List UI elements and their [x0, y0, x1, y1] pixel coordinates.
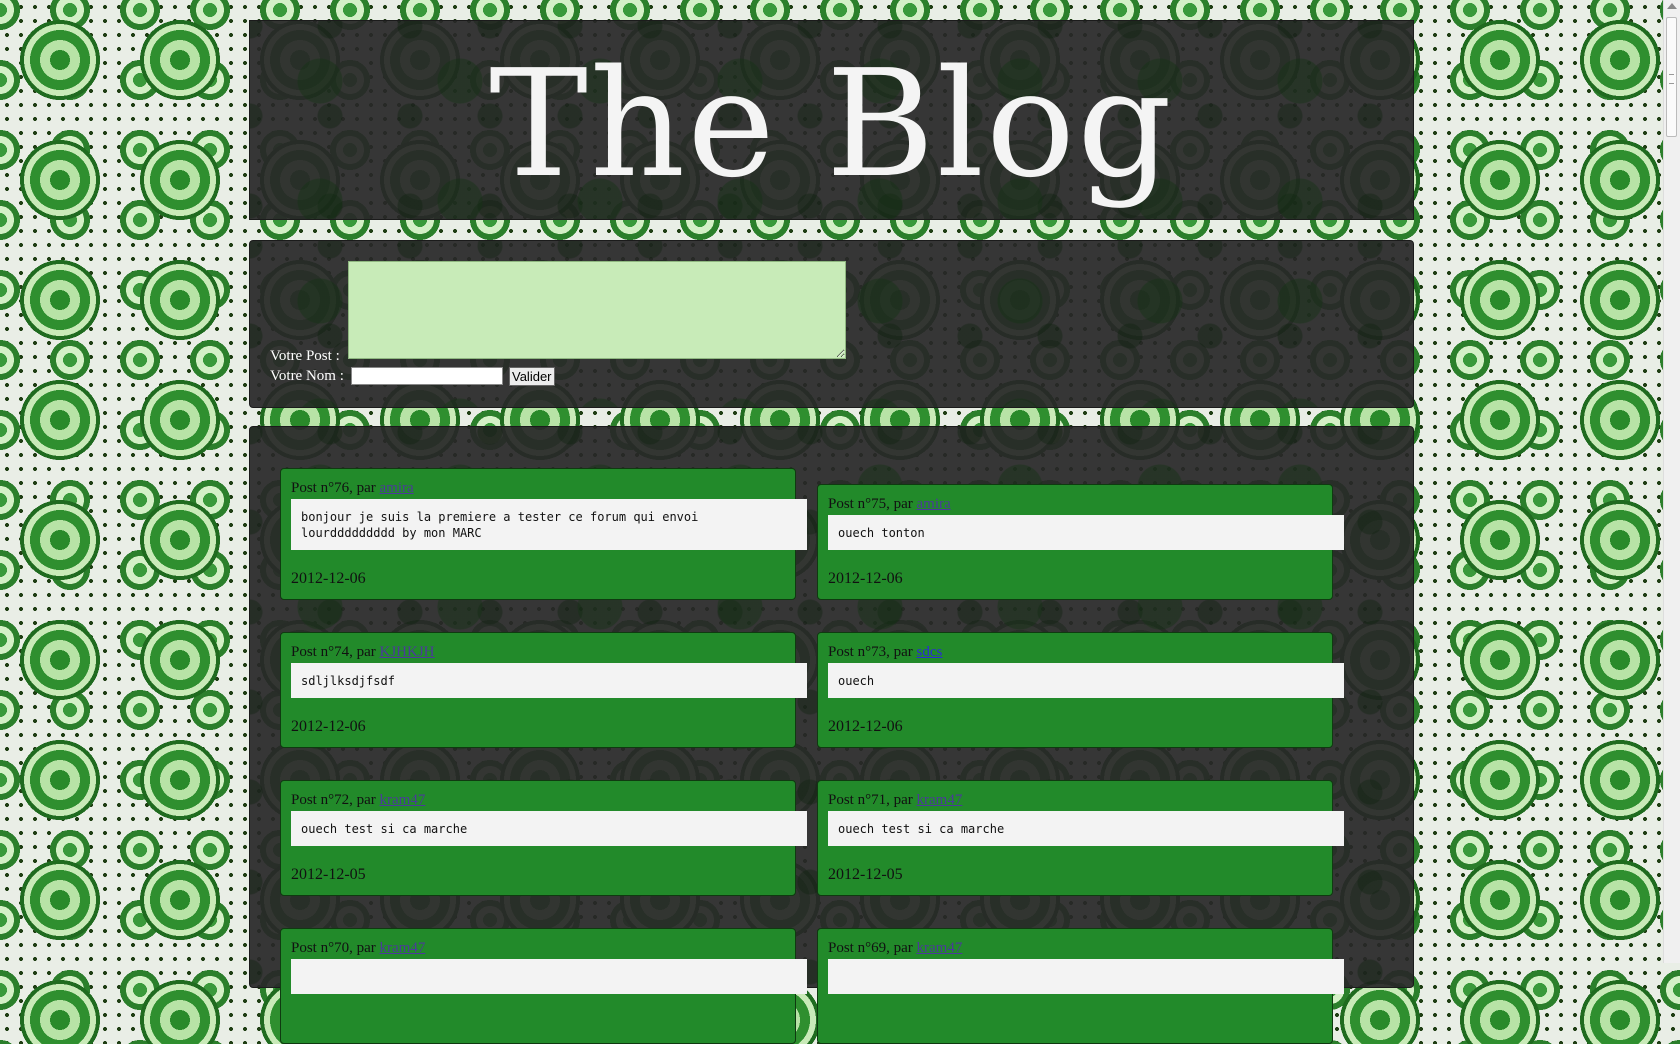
- post-body: ouech test si ca marche: [291, 811, 807, 846]
- post-card: Post n°74, par KJHKJH sdljlksdjfsdf 2012…: [280, 632, 807, 748]
- post-body: bonjour je suis la premiere a tester ce …: [291, 499, 807, 550]
- author-link[interactable]: KJHKJH: [380, 644, 435, 660]
- author-link[interactable]: kram47: [917, 792, 963, 808]
- author-link[interactable]: kram47: [380, 940, 426, 956]
- post-header: Post n°70, par kram47: [291, 940, 425, 957]
- post-body: ouech: [828, 663, 1344, 698]
- author-link[interactable]: amira: [917, 496, 951, 512]
- post-card: Post n°71, par kram47 ouech test si ca m…: [817, 780, 1344, 896]
- post-date: 2012-12-06: [291, 570, 366, 587]
- author-link[interactable]: amira: [380, 480, 414, 496]
- post-header: Post n°76, par amira: [291, 480, 414, 497]
- post-header: Post n°73, par sdcs: [828, 644, 942, 661]
- post-card: Post n°69, par kram47: [817, 928, 1344, 1044]
- post-number: Post n°75, par: [828, 496, 917, 512]
- posts-list: Post n°76, par amira bonjour je suis la …: [249, 426, 1414, 1044]
- post-header: Post n°75, par amira: [828, 496, 951, 513]
- grip-icon: [1669, 74, 1674, 84]
- post-date: 2012-12-06: [828, 570, 903, 587]
- post-textarea[interactable]: [348, 261, 846, 359]
- author-link[interactable]: kram47: [380, 792, 426, 808]
- post-number: Post n°72, par: [291, 792, 380, 808]
- post-number: Post n°71, par: [828, 792, 917, 808]
- post-date: 2012-12-05: [828, 866, 903, 883]
- name-label: Votre Nom :: [270, 368, 344, 384]
- post-number: Post n°70, par: [291, 940, 380, 956]
- post-date: 2012-12-05: [291, 866, 366, 883]
- post-form: Votre Post : Votre Nom : Valider: [249, 240, 1414, 408]
- vertical-scrollbar[interactable]: [1663, 0, 1680, 963]
- post-body: [291, 959, 807, 994]
- post-number: Post n°69, par: [828, 940, 917, 956]
- post-body: sdljlksdjfsdf: [291, 663, 807, 698]
- scroll-up-arrow-icon[interactable]: [1667, 3, 1677, 9]
- post-number: Post n°76, par: [291, 480, 380, 496]
- post-card: Post n°72, par kram47 ouech test si ca m…: [280, 780, 807, 896]
- post-card: Post n°75, par amira ouech tonton 2012-1…: [817, 484, 1344, 600]
- post-card: Post n°76, par amira bonjour je suis la …: [280, 468, 807, 600]
- author-link[interactable]: sdcs: [917, 644, 943, 660]
- blog-title: The Blog: [489, 38, 1174, 210]
- post-header: Post n°69, par kram47: [828, 940, 962, 957]
- post-header: Post n°74, par KJHKJH: [291, 644, 435, 661]
- post-number: Post n°74, par: [291, 644, 380, 660]
- blog-header: The Blog: [249, 20, 1414, 220]
- scroll-thumb[interactable]: [1666, 17, 1677, 137]
- post-card: Post n°73, par sdcs ouech 2012-12-06: [817, 632, 1344, 748]
- post-header: Post n°72, par kram47: [291, 792, 425, 809]
- author-link[interactable]: kram47: [917, 940, 963, 956]
- post-header: Post n°71, par kram47: [828, 792, 962, 809]
- post-body: ouech tonton: [828, 515, 1344, 550]
- post-date: 2012-12-06: [291, 718, 366, 735]
- post-date: 2012-12-06: [828, 718, 903, 735]
- post-label: Votre Post :: [270, 348, 340, 364]
- submit-button[interactable]: Valider: [509, 367, 555, 386]
- post-body: [828, 959, 1344, 994]
- name-input[interactable]: [351, 367, 503, 385]
- post-card: Post n°70, par kram47: [280, 928, 807, 1044]
- post-body: ouech test si ca marche: [828, 811, 1344, 846]
- post-number: Post n°73, par: [828, 644, 917, 660]
